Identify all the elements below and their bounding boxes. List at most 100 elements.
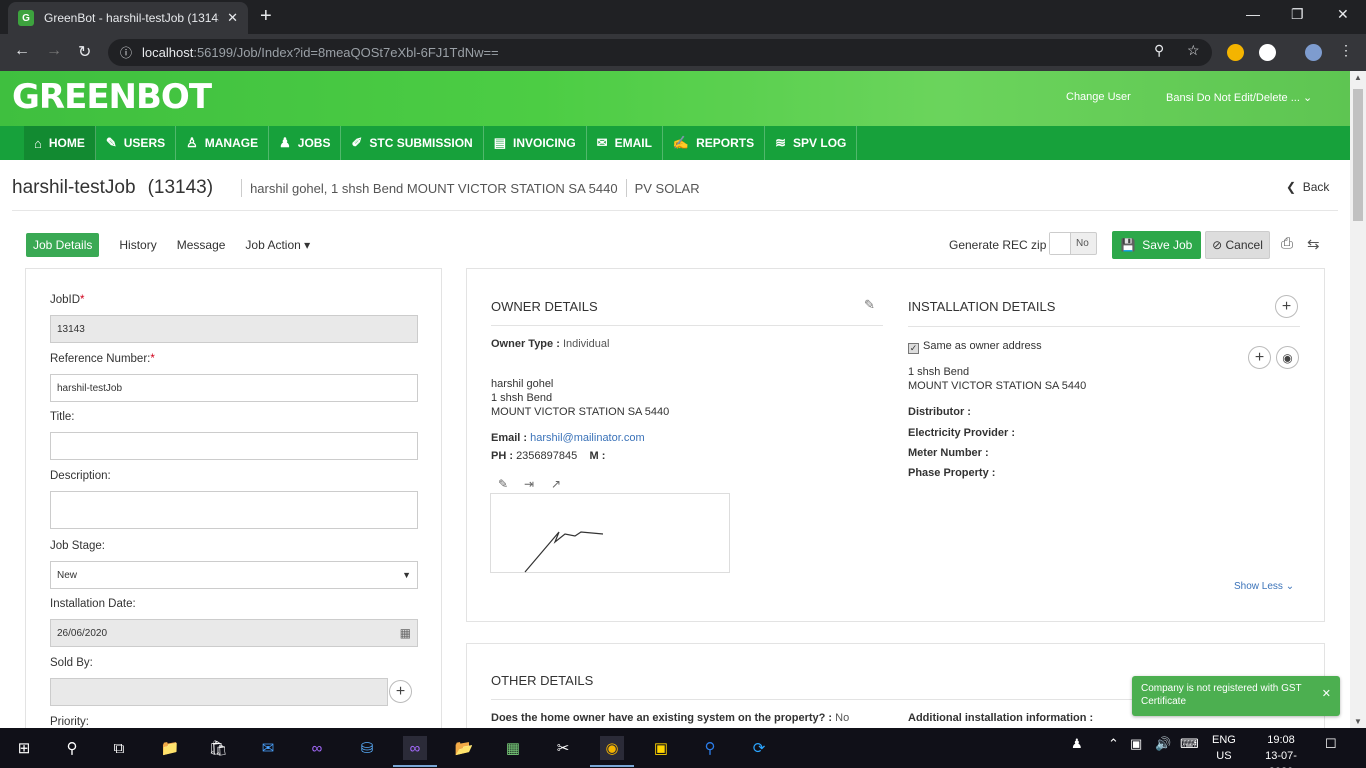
swap-icon[interactable]: ⇆ (1307, 235, 1320, 253)
tab-history[interactable]: History (119, 238, 156, 252)
search-icon[interactable]: ⚲ (60, 736, 84, 760)
owner-email: Email : harshil@mailinator.com (491, 432, 645, 444)
add-address-button[interactable]: + (1248, 346, 1271, 369)
toast-close-icon[interactable]: ✕ (1322, 688, 1331, 701)
nav-item-manage[interactable]: ♙ MANAGE (176, 126, 270, 160)
nav-item-spv-log[interactable]: ≋ SPV LOG (765, 126, 858, 160)
mail-icon[interactable]: ✉ (256, 736, 280, 760)
owner-email-link[interactable]: harshil@mailinator.com (530, 432, 645, 444)
address-bar[interactable]: ⓘ localhost :56199/Job/Index?id=8meaQOSt… (108, 39, 1212, 66)
scroll-up-icon[interactable]: ▲ (1354, 73, 1362, 82)
print-icon[interactable]: ⎙ (1281, 235, 1293, 252)
sticky-notes-icon[interactable]: ▣ (649, 736, 673, 760)
nav-item-reports[interactable]: ✍ REPORTS (663, 126, 766, 160)
nav-item-stc-submission[interactable]: ✐ STC SUBMISSION (341, 126, 484, 160)
visual-studio-active-icon[interactable]: ∞ (393, 736, 437, 767)
generate-rec-zip-toggle[interactable]: No (1049, 232, 1097, 255)
same-as-owner-address[interactable]: ✓ Same as owner address (908, 340, 1042, 354)
divider (491, 325, 883, 326)
caret-down-icon: ▾ (304, 238, 311, 252)
visual-studio-icon[interactable]: ∞ (305, 736, 329, 760)
bookmark-star-icon[interactable]: ☆ (1187, 42, 1200, 59)
browser-tab[interactable]: G GreenBot - harshil-testJob (13143) ✕ (8, 2, 248, 34)
window-close-icon[interactable]: ✕ (1337, 6, 1349, 23)
folder-tools-icon[interactable]: 📂 (452, 736, 476, 760)
tab-job-details[interactable]: Job Details (26, 233, 100, 257)
browser-menu-icon[interactable]: ⋮ (1339, 42, 1353, 59)
tab-job-action[interactable]: Job Action ▾ (245, 238, 310, 252)
checkbox-checked-icon[interactable]: ✓ (908, 343, 919, 354)
show-less-link[interactable]: Show Less ⌄ (1234, 581, 1294, 592)
windows-start-icon[interactable]: ⊞ (12, 736, 36, 760)
user-menu[interactable]: Bansi Do Not Edit/Delete ... ⌄ (1166, 91, 1312, 104)
installation-date-label: Installation Date: (50, 598, 136, 610)
task-view-icon[interactable]: ⧉ (107, 736, 131, 760)
scroll-down-icon[interactable]: ▼ (1354, 717, 1362, 726)
signature-icon[interactable]: ✎ (498, 477, 508, 491)
sold-by-field[interactable] (50, 678, 388, 706)
calendar-icon[interactable]: ▦ (400, 626, 411, 640)
nav-item-invoicing[interactable]: ▤ INVOICING (484, 126, 587, 160)
vscode-icon[interactable]: ⟳ (747, 736, 771, 760)
maps-icon[interactable]: ⚲ (698, 736, 722, 760)
map-pin-button[interactable]: ◉ (1276, 346, 1299, 369)
network-icon[interactable]: ▣ (1130, 736, 1142, 752)
extension-icon[interactable] (1227, 44, 1244, 61)
cancel-label: Cancel (1225, 238, 1263, 252)
title-field[interactable] (50, 432, 418, 460)
signature-draw-icon[interactable]: ↗ (551, 477, 561, 491)
signature-import-icon[interactable]: ⇥ (524, 477, 534, 491)
forward-arrow-icon[interactable]: → (46, 42, 62, 60)
nav-item-label: HOME (48, 136, 85, 150)
file-explorer-icon[interactable]: 📁 (158, 736, 182, 760)
back-link[interactable]: ❮ Back (1286, 180, 1329, 194)
add-sold-by-button[interactable]: + (389, 680, 412, 703)
snipping-tool-icon[interactable]: ✂ (551, 736, 575, 760)
sql-server-icon[interactable]: ⛁ (355, 736, 379, 760)
divider (625, 179, 627, 197)
people-icon[interactable]: ♟ (1071, 736, 1083, 752)
other-details-heading: OTHER DETAILS (491, 673, 594, 688)
info-icon[interactable]: ⓘ (120, 44, 132, 61)
tray-chevron-icon[interactable]: ⌃ (1108, 736, 1119, 752)
nav-item-email[interactable]: ✉ EMAIL (587, 126, 663, 160)
tab-title: GreenBot - harshil-testJob (13143) (44, 11, 220, 25)
tab-message[interactable]: Message (177, 238, 226, 252)
nav-item-users[interactable]: ✎ USERS (96, 126, 177, 160)
new-tab-button[interactable]: + (260, 5, 272, 28)
installation-date-field[interactable]: 26/06/2020 ▦ (50, 619, 418, 647)
add-installation-button[interactable]: + (1275, 295, 1298, 318)
profile-avatar[interactable] (1305, 44, 1322, 61)
save-job-button[interactable]: 💾 Save Job (1112, 231, 1201, 259)
change-user-link[interactable]: Change User (1066, 91, 1131, 103)
keyboard-icon[interactable]: ⌨ (1180, 736, 1199, 752)
language-indicator[interactable]: ENG US (1212, 732, 1236, 764)
volume-icon[interactable]: 🔊 (1155, 736, 1171, 752)
page-scrollbar[interactable]: ▲ ▼ (1350, 71, 1366, 728)
greenbot-logo[interactable]: GREENBOT (12, 77, 212, 117)
extension-icon[interactable] (1259, 44, 1276, 61)
chevron-down-icon: ⌄ (1285, 581, 1295, 592)
job-stage-select[interactable]: New ▼ (50, 561, 418, 589)
tab-close-icon[interactable]: ✕ (227, 10, 238, 26)
restore-icon[interactable]: ❐ (1291, 6, 1304, 23)
spreadsheet-icon[interactable]: ▦ (501, 736, 525, 760)
scrollbar-thumb[interactable] (1353, 89, 1363, 221)
nav-item-jobs[interactable]: ♟ JOBS (269, 126, 342, 160)
back-arrow-icon[interactable]: ← (14, 42, 30, 60)
reload-icon[interactable]: ↻ (78, 42, 91, 62)
minimize-icon[interactable]: — (1246, 6, 1260, 22)
edit-pencil-icon[interactable]: ✎ (864, 297, 875, 313)
cancel-button[interactable]: ⊘ Cancel (1205, 231, 1270, 259)
nav-item-home[interactable]: ⌂ HOME (24, 126, 96, 160)
store-icon[interactable]: 🛍 (206, 736, 230, 760)
system-clock[interactable]: 19:08 13-07-2020 (1255, 732, 1307, 768)
ban-icon: ⊘ (1212, 238, 1223, 252)
notifications-icon[interactable]: ☐ (1325, 736, 1337, 752)
installation-suburb: MOUNT VICTOR STATION SA 5440 (908, 380, 1087, 392)
reference-number-field[interactable]: harshil-testJob (50, 374, 418, 402)
zoom-icon[interactable]: ⚲ (1154, 42, 1164, 59)
description-field[interactable] (50, 491, 418, 529)
owner-suburb: MOUNT VICTOR STATION SA 5440 (491, 406, 670, 418)
chrome-icon[interactable]: ◉ (590, 736, 634, 767)
